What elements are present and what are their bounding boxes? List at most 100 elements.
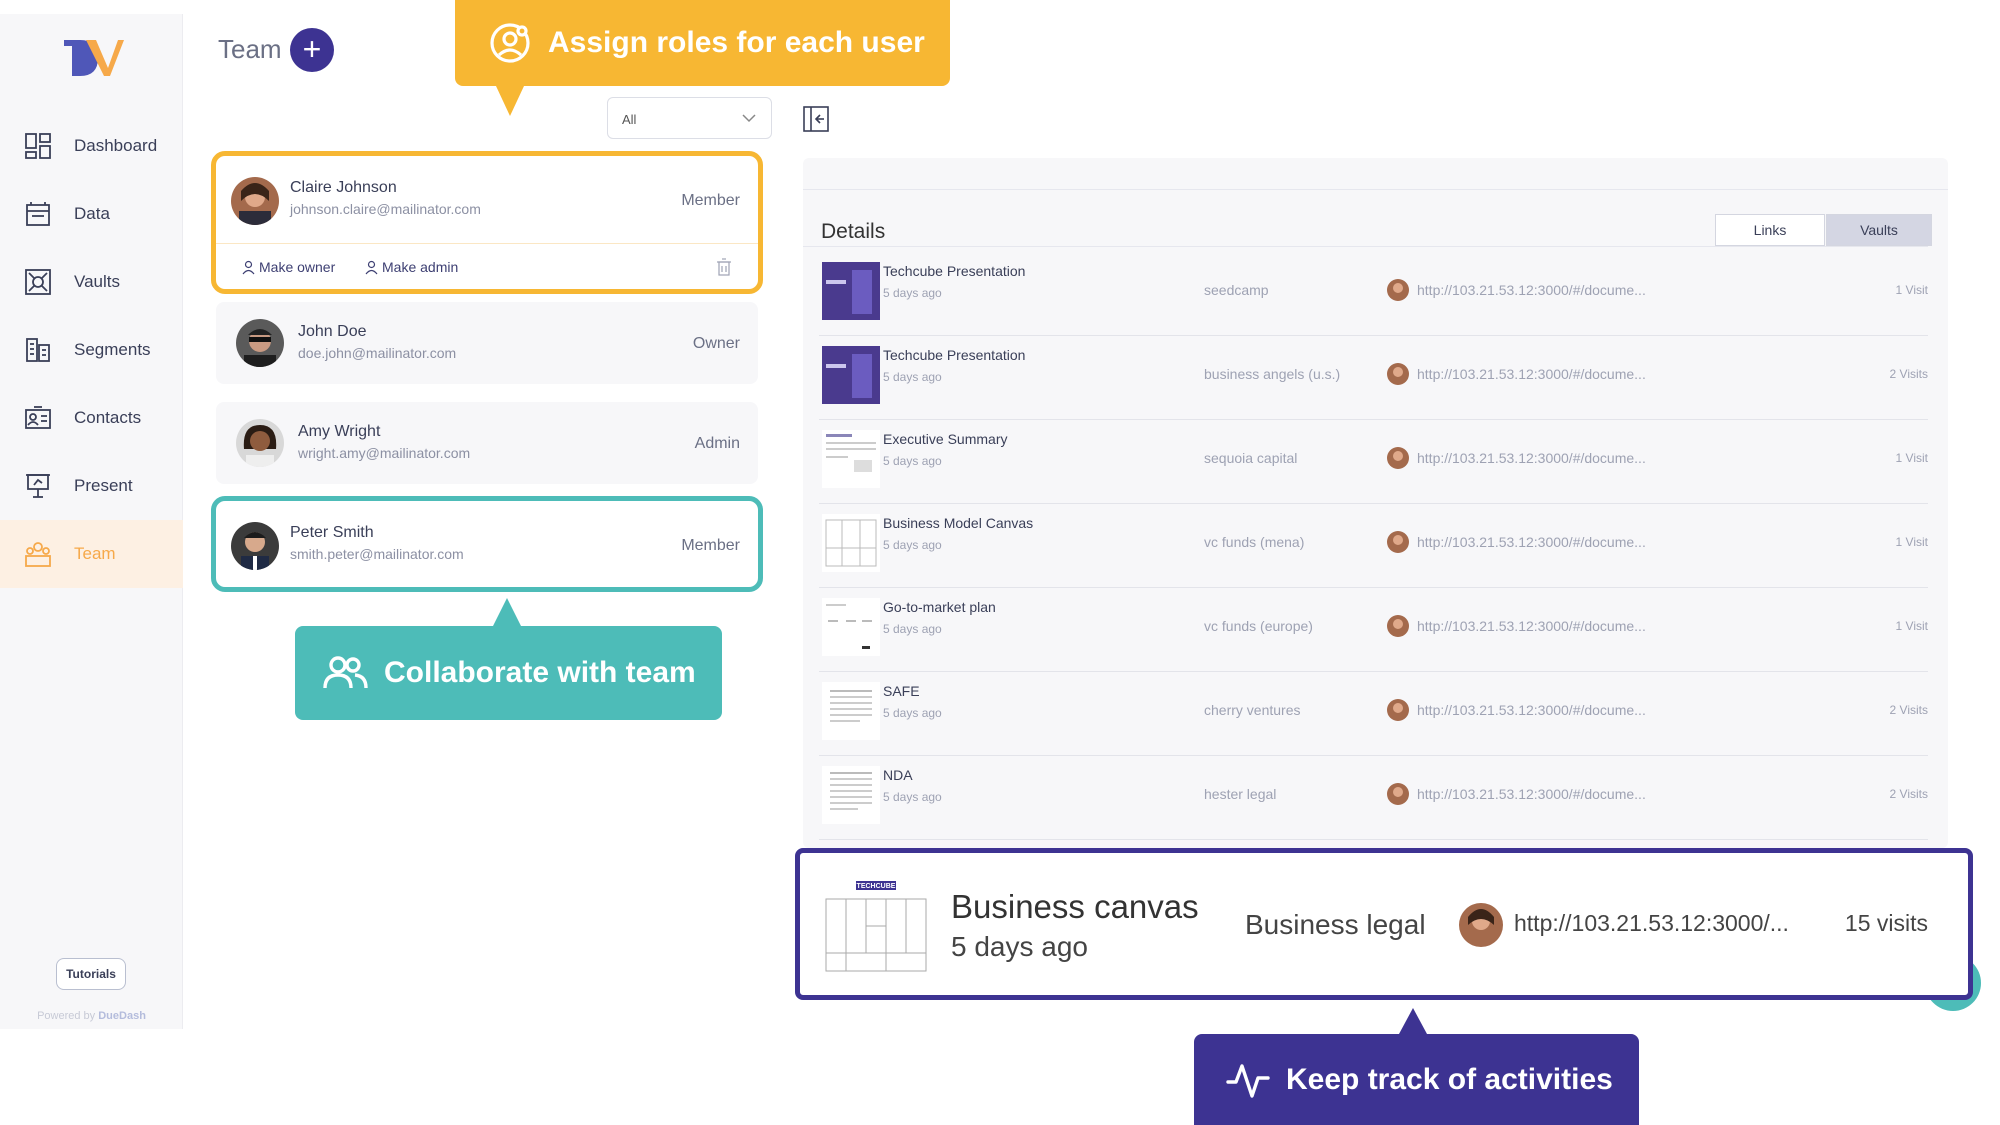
link-url[interactable]: http://103.21.53.12:3000/#/docume... — [1417, 366, 1646, 382]
track-activities-callout: Keep track of activities — [1194, 1008, 1639, 1125]
sidebar-item-present[interactable]: Present — [0, 452, 183, 520]
sidebar-item-dashboard[interactable]: Dashboard — [0, 112, 183, 180]
vault-name: hester legal — [1204, 786, 1277, 802]
vault-name: seedcamp — [1204, 282, 1269, 298]
member-role[interactable]: Admin — [695, 435, 740, 453]
collapse-panel-icon[interactable] — [803, 106, 829, 132]
avatar — [1387, 279, 1409, 301]
link-url[interactable]: http://103.21.53.12:3000/#/docume... — [1417, 618, 1646, 634]
app-logo[interactable] — [58, 32, 126, 82]
visit-count: 1 Visit — [1895, 619, 1928, 633]
link-url[interactable]: http://103.21.53.12:3000/#/docume... — [1417, 282, 1646, 298]
vault-name: cherry ventures — [1204, 702, 1301, 718]
link-row[interactable]: SAFE 5 days ago cherry ventures http://1… — [819, 672, 1928, 756]
sidebar-item-team[interactable]: Team — [0, 520, 183, 588]
document-time: 5 days ago — [883, 538, 942, 552]
avatar — [1387, 531, 1409, 553]
document-time: 5 days ago — [883, 370, 942, 384]
document-time: 5 days ago — [883, 790, 942, 804]
link-row[interactable]: Go-to-market plan 5 days ago vc funds (e… — [819, 588, 1928, 672]
member-email: wright.amy@mailinator.com — [298, 445, 471, 461]
document-thumbnail — [822, 262, 880, 320]
avatar — [1459, 903, 1503, 947]
member-card[interactable]: Amy Wright wright.amy@mailinator.com Adm… — [216, 402, 758, 484]
details-title: Details — [821, 220, 886, 243]
make-admin-label: Make admin — [382, 259, 459, 275]
vault-name: sequoia capital — [1204, 450, 1298, 466]
trash-icon[interactable] — [716, 258, 732, 276]
member-card[interactable]: John Doe doe.john@mailinator.com Owner — [216, 302, 758, 384]
contacts-icon — [25, 406, 51, 429]
users-icon — [323, 656, 368, 689]
data-icon — [26, 202, 50, 226]
add-member-button[interactable]: + — [290, 28, 334, 72]
segments-icon — [26, 338, 50, 362]
avatar — [231, 177, 279, 225]
link-row[interactable]: NDA 5 days ago hester legal http://103.2… — [819, 756, 1928, 840]
document-thumbnail — [822, 766, 880, 824]
document-name: Business Model Canvas — [883, 515, 1034, 531]
link-url[interactable]: http://103.21.53.12:3000/#/docume... — [1417, 534, 1646, 550]
visit-count: 2 Visits — [1889, 367, 1928, 381]
powered-brand[interactable]: DueDash — [98, 1010, 146, 1022]
member-email: doe.john@mailinator.com — [298, 345, 457, 361]
team-icon — [25, 542, 51, 567]
sidebar-item-data[interactable]: Data — [0, 180, 183, 248]
member-email: johnson.claire@mailinator.com — [290, 201, 481, 217]
link-url[interactable]: http://103.21.53.12:3000/... — [1514, 910, 1789, 937]
member-role[interactable]: Owner — [693, 335, 740, 353]
link-row[interactable]: Business Model Canvas 5 days ago vc fund… — [819, 504, 1928, 588]
document-thumbnail — [822, 430, 880, 488]
document-thumbnail — [822, 682, 880, 740]
collaborate-callout: Collaborate with team — [295, 598, 722, 720]
member-role[interactable]: Member — [681, 537, 740, 555]
member-role[interactable]: Member — [681, 192, 740, 210]
avatar — [1387, 363, 1409, 385]
tab-vaults[interactable]: Vaults — [1826, 214, 1932, 246]
dashboard-icon — [25, 133, 51, 159]
assign-roles-callout: Assign roles for each user — [455, 0, 950, 116]
activity-icon — [1226, 1063, 1270, 1098]
callout-tail — [496, 86, 524, 116]
page-title: Team — [218, 34, 282, 64]
sidebar-item-vaults[interactable]: Vaults — [0, 248, 183, 316]
user-icon — [365, 260, 378, 274]
link-row[interactable]: Techcube Presentation 5 days ago busines… — [819, 336, 1928, 420]
vault-name: business angels (u.s.) — [1204, 366, 1341, 382]
tab-links[interactable]: Links — [1715, 214, 1825, 246]
role-filter-select[interactable]: All — [607, 97, 772, 139]
tutorials-button[interactable]: Tutorials — [56, 958, 126, 990]
link-url[interactable]: http://103.21.53.12:3000/#/docume... — [1417, 786, 1646, 802]
divider — [803, 189, 1948, 190]
make-admin-button[interactable]: Make admin — [364, 259, 458, 275]
details-panel: Details Links Vaults Techcube Presentati… — [803, 158, 1948, 848]
sidebar-item-contacts[interactable]: Contacts — [0, 384, 183, 452]
vault-name: Business legal — [1245, 909, 1426, 940]
link-url[interactable]: http://103.21.53.12:3000/#/docume... — [1417, 450, 1646, 466]
document-time: 5 days ago — [883, 286, 942, 300]
visit-count: 1 Visit — [1895, 283, 1928, 297]
avatar — [1387, 615, 1409, 637]
document-thumbnail — [822, 598, 880, 656]
make-owner-button[interactable]: Make owner — [241, 259, 335, 275]
track-activities-text: Keep track of activities — [1286, 1062, 1613, 1096]
link-row[interactable]: Executive Summary 5 days ago sequoia cap… — [819, 420, 1928, 504]
avatar — [1387, 783, 1409, 805]
link-url[interactable]: http://103.21.53.12:3000/#/docume... — [1417, 702, 1646, 718]
document-thumbnail: TECHCUBE — [820, 873, 932, 981]
sidebar-item-label: Dashboard — [74, 136, 158, 155]
visit-count: 15 visits — [1844, 910, 1928, 936]
document-thumbnail — [822, 346, 880, 404]
sidebar-item-label: Data — [74, 204, 110, 223]
highlighted-link-row[interactable]: TECHCUBE Business canvas 5 days ago Busi… — [795, 848, 1973, 1000]
link-row[interactable]: Techcube Presentation 5 days ago seedcam… — [819, 252, 1928, 336]
visit-count: 1 Visit — [1895, 451, 1928, 465]
document-thumbnail — [822, 514, 880, 572]
sidebar-item-label: Vaults — [74, 272, 120, 291]
avatar — [231, 522, 279, 570]
member-card[interactable]: Peter Smith smith.peter@mailinator.com M… — [211, 496, 763, 592]
make-owner-label: Make owner — [259, 259, 336, 275]
member-card[interactable]: Claire Johnson johnson.claire@mailinator… — [211, 151, 763, 294]
sidebar-item-segments[interactable]: Segments — [0, 316, 183, 384]
card-divider — [216, 243, 758, 244]
